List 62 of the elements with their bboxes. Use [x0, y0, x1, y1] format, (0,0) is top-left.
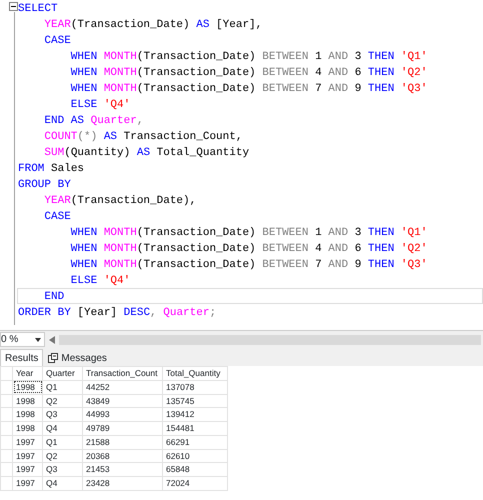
table-cell: 65848: [162, 462, 228, 476]
column-header[interactable]: Year: [12, 366, 42, 380]
column-header[interactable]: Transaction_Count: [82, 366, 162, 380]
scroll-left-icon[interactable]: [49, 336, 55, 344]
table-cell: 66291: [162, 435, 228, 449]
table-cell: 21588: [82, 435, 162, 449]
messages-icon: [48, 353, 58, 363]
table-cell: 1997: [12, 435, 42, 449]
table-cell: 44993: [82, 408, 162, 422]
table-cell: 139412: [162, 408, 228, 422]
code-line: GROUP BY: [17, 178, 72, 192]
table-cell: Q1: [42, 435, 82, 449]
table-cell: Q3: [42, 408, 82, 422]
collapse-icon[interactable]: [9, 2, 18, 11]
table-cell: 154481: [162, 422, 228, 436]
table-cell: 1998: [12, 408, 42, 422]
table-cell: 49789: [82, 422, 162, 436]
table-cell: 1998: [12, 394, 42, 408]
code-line: WHEN MONTH(Transaction_Date) BETWEEN 1 AND 3 THEN 'Q1': [70, 50, 428, 64]
zoom-dropdown[interactable]: 0 %: [0, 332, 45, 347]
table-cell: 1998: [12, 380, 42, 394]
code-line: ORDER BY [Year] DESC, Quarter;: [17, 306, 218, 320]
code-line: ELSE 'Q4': [70, 274, 132, 288]
code-line: SELECT: [17, 2, 59, 16]
table-cell: Q2: [42, 449, 82, 463]
results-tab[interactable]: Results: [0, 349, 44, 366]
code-line: WHEN MONTH(Transaction_Date) BETWEEN 4 AND 6 THEN 'Q2': [70, 242, 428, 256]
table-cell: Q4: [42, 476, 82, 490]
results-tab[interactable]: Messages: [43, 349, 112, 366]
code-line: CASE: [43, 34, 72, 48]
table-cell: Q4: [42, 422, 82, 436]
table-cell: Q2: [42, 394, 82, 408]
table-cell: 23428: [82, 476, 162, 490]
code-line: CASE: [43, 210, 72, 224]
code-line: WHEN MONTH(Transaction_Date) BETWEEN 7 AND 9 THEN 'Q3': [70, 82, 428, 96]
table-cell: 1997: [12, 476, 42, 490]
code-line: END AS Quarter,: [43, 114, 144, 128]
table-cell: 1997: [12, 462, 42, 476]
table-cell: 137078: [162, 380, 228, 394]
table-cell: 62610: [162, 449, 228, 463]
code-line: COUNT(*) AS Transaction_Count,: [43, 130, 244, 144]
table-cell: 20368: [82, 449, 162, 463]
table-cell: 72024: [162, 476, 228, 490]
code-line: SUM(Quantity) AS Total_Quantity: [43, 146, 250, 160]
column-header[interactable]: Quarter: [42, 366, 82, 380]
code-line: FROM Sales: [17, 162, 86, 176]
table-cell: 1997: [12, 449, 42, 463]
code-line: YEAR(Transaction_Date),: [43, 194, 198, 208]
code-line: WHEN MONTH(Transaction_Date) BETWEEN 1 AND 3 THEN 'Q1': [70, 226, 428, 240]
table-cell: Q3: [42, 462, 82, 476]
caret-icon: [35, 338, 41, 342]
code-line: WHEN MONTH(Transaction_Date) BETWEEN 4 AND 6 THEN 'Q2': [70, 66, 428, 80]
code-line: ELSE 'Q4': [70, 98, 132, 112]
table-cell: Q1: [42, 380, 82, 394]
table-cell: 43849: [82, 394, 162, 408]
table-cell: 21453: [82, 462, 162, 476]
table-cell: 135745: [162, 394, 228, 408]
code-line: WHEN MONTH(Transaction_Date) BETWEEN 7 AND 9 THEN 'Q3': [70, 258, 428, 272]
table-cell: 44252: [82, 380, 162, 394]
table-cell: 1998: [12, 422, 42, 436]
code-line: YEAR(Transaction_Date) AS [Year],: [43, 18, 264, 32]
column-header[interactable]: Total_Quantity: [162, 366, 228, 380]
